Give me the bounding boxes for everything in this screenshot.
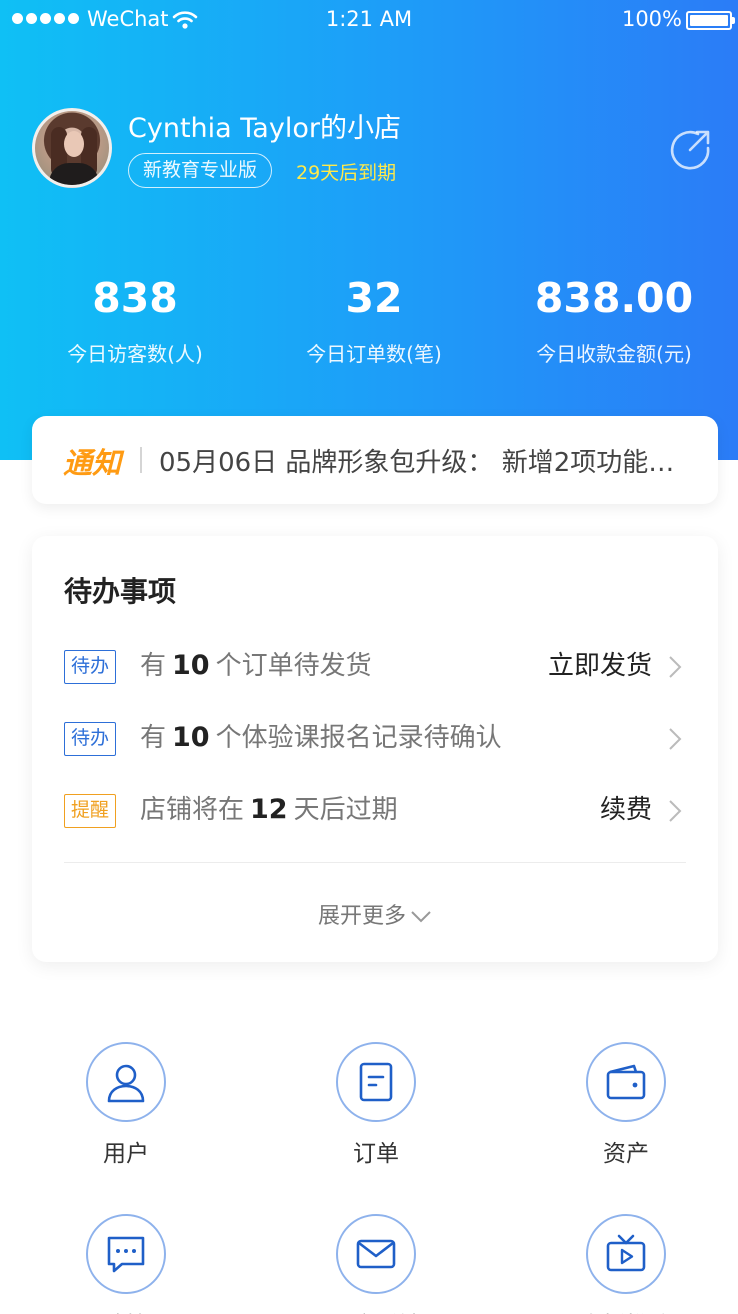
divider	[64, 862, 686, 863]
todo-text: 有 10 个订单待发货	[140, 650, 372, 681]
feature-label: 直播推流	[536, 1306, 716, 1314]
stat-visitors[interactable]: 838 今日访客数(人)	[12, 272, 258, 367]
status-bar: WeChat 1:21 AM 100%	[0, 0, 738, 40]
notice-tag: 通知	[63, 446, 122, 480]
notice-card[interactable]: 通知 05月06日 品牌形象包升级： 新增2项功能，优化多项体验	[32, 416, 718, 504]
stat-value: 838.00	[534, 274, 694, 322]
edition-badge: 新教育专业版	[128, 153, 273, 188]
chevron-right-icon	[669, 656, 682, 678]
comment-icon	[107, 1236, 145, 1273]
feature-icon-circle	[86, 1214, 166, 1294]
feature-icon-circle	[86, 1042, 166, 1122]
wallet-icon	[606, 1064, 646, 1100]
tv-icon	[606, 1234, 646, 1272]
stat-value: 838	[92, 274, 178, 322]
chevron-right-icon	[669, 728, 682, 750]
todo-text: 有 10 个体验课报名记录待确认	[140, 722, 502, 753]
feature-label: 订单	[353, 1141, 399, 1167]
feature-icon-circle	[586, 1214, 666, 1294]
todo-item-trial-signups[interactable]: 待办 有 10 个体验课报名记录待确认	[64, 718, 686, 758]
notice-text: 05月06日 品牌形象包升级： 新增2项功能，优化多项体验	[159, 448, 689, 478]
feature-icon-circle	[336, 1214, 416, 1294]
notice-divider	[140, 447, 142, 473]
expand-more-button[interactable]: 展开更多	[32, 898, 718, 930]
chevron-down-icon	[411, 911, 431, 923]
stat-label: 今日订单数(笔)	[306, 342, 442, 366]
todo-title: 待办事项	[64, 575, 177, 608]
feature-label: 用户	[103, 1141, 149, 1167]
shop-avatar[interactable]	[32, 108, 112, 188]
order-icon	[359, 1062, 393, 1102]
mail-icon	[356, 1239, 396, 1269]
feature-label: 用户反馈	[286, 1306, 466, 1314]
feature-label: 评论管理	[36, 1306, 216, 1314]
feature-icon-circle	[336, 1042, 416, 1122]
header-background	[0, 0, 738, 460]
todo-item-ship-orders[interactable]: 待办 有 10 个订单待发货 立即发货	[64, 646, 686, 686]
chevron-right-icon	[669, 800, 682, 822]
ship-now-link[interactable]: 立即发货	[548, 646, 652, 686]
feature-orders[interactable]: 订单	[286, 1042, 466, 1168]
todo-tag: 待办	[64, 650, 117, 684]
expand-more-label: 展开更多	[317, 904, 406, 929]
feature-comments[interactable]: 评论管理	[36, 1214, 216, 1314]
feature-assets[interactable]: 资产	[536, 1042, 716, 1168]
stat-value: 32	[345, 274, 403, 322]
feature-label: 资产	[603, 1141, 649, 1167]
battery-icon	[686, 11, 735, 30]
shop-name: Cynthia Taylor的小店	[128, 113, 401, 144]
stat-label: 今日访客数(人)	[67, 342, 203, 366]
feature-feedback[interactable]: 用户反馈	[286, 1214, 466, 1314]
todo-card: 待办事项 待办 有 10 个订单待发货 立即发货 待办 有 10 个体验课报名记录待确认…	[32, 536, 718, 962]
expiry-text: 29天后到期	[296, 162, 397, 184]
share-icon[interactable]	[668, 128, 712, 172]
renew-link[interactable]: 续费	[600, 790, 652, 830]
feature-live-stream[interactable]: 直播推流	[536, 1214, 716, 1314]
stat-revenue[interactable]: 838.00 今日收款金额(元)	[491, 272, 737, 367]
stat-orders[interactable]: 32 今日订单数(笔)	[251, 272, 497, 367]
todo-text: 店铺将在 12 天后过期	[140, 794, 398, 825]
feature-users[interactable]: 用户	[36, 1042, 216, 1168]
stat-label: 今日收款金额(元)	[536, 342, 692, 366]
feature-icon-circle	[586, 1042, 666, 1122]
user-icon	[107, 1064, 145, 1103]
todo-item-shop-expiry[interactable]: 提醒 店铺将在 12 天后过期 续费	[64, 790, 686, 830]
todo-tag: 提醒	[64, 794, 117, 828]
battery-percentage: 100%	[621, 7, 682, 31]
todo-tag: 待办	[64, 722, 117, 756]
